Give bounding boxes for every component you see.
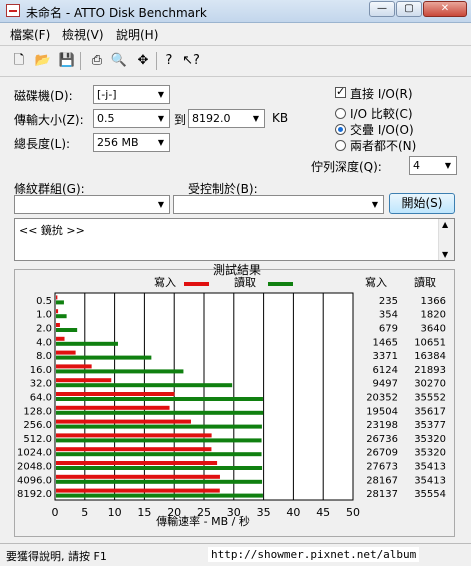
y-tick-label: 2.0 (36, 324, 52, 335)
read-value-label: 35552 (414, 393, 446, 404)
write-bar (56, 336, 65, 341)
status-text: 要獲得說明, 請按 F1 (6, 550, 107, 563)
write-value-label: 20352 (366, 393, 398, 404)
write-value-label: 19504 (366, 406, 398, 417)
legend-write-swatch (184, 282, 209, 286)
y-tick-label: 8.0 (36, 351, 52, 362)
status-bar: 要獲得說明, 請按 F1 http://showmer.pixnet.net/a… (0, 543, 471, 566)
x-tick-label: 0 (52, 506, 59, 519)
x-tick-label: 15 (137, 506, 151, 519)
chart-title: 測試結果 (213, 262, 261, 277)
read-bar (56, 410, 264, 415)
write-bar (56, 461, 218, 465)
write-value-label: 679 (379, 324, 398, 335)
write-bar (56, 433, 212, 438)
watermark-url: http://showmer.pixnet.net/album (208, 547, 420, 562)
write-bar (56, 392, 175, 396)
column-header-read: 讀取 (414, 275, 436, 289)
y-tick-label: 4096.0 (17, 475, 52, 486)
write-value-label: 9497 (373, 379, 398, 390)
write-value-label: 6124 (373, 365, 398, 376)
x-tick-label: 25 (197, 506, 211, 519)
read-value-label: 35377 (414, 420, 446, 431)
x-tick-label: 45 (316, 506, 330, 519)
read-bar (56, 341, 118, 346)
write-bar (56, 419, 191, 424)
read-value-label: 35554 (414, 489, 446, 500)
read-value-label: 21893 (414, 365, 446, 376)
legend-write-label: 寫入 (154, 275, 176, 289)
read-bar (56, 355, 152, 360)
write-value-label: 27673 (366, 462, 398, 473)
y-tick-label: 8192.0 (17, 489, 52, 500)
y-tick-label: 256.0 (23, 420, 52, 431)
read-value-label: 35617 (414, 406, 446, 417)
x-tick-label: 40 (286, 506, 300, 519)
read-value-label: 30270 (414, 379, 446, 390)
read-bar (56, 424, 262, 429)
read-bar (56, 479, 263, 484)
read-bar (56, 438, 262, 443)
write-bar (56, 405, 170, 410)
read-bar (56, 397, 263, 401)
write-value-label: 28167 (366, 475, 398, 486)
write-bar (56, 295, 58, 300)
write-value-label: 26709 (366, 448, 398, 459)
write-bar (56, 447, 212, 452)
write-bar (56, 378, 112, 383)
legend-read-label: 讀取 (234, 275, 256, 289)
y-tick-label: 4.0 (36, 337, 52, 348)
y-tick-label: 16.0 (30, 365, 52, 376)
x-tick-label: 5 (81, 506, 88, 519)
results-chart: 測試結果 寫入 讀取 寫入 讀取 傳輸速率 - MB / 秒 0 5 10 15 20 2… (17, 262, 446, 528)
write-value-label: 354 (379, 310, 398, 321)
write-bar (56, 323, 60, 327)
write-bar (56, 488, 220, 493)
x-tick-label: 35 (257, 506, 271, 519)
write-bar (56, 474, 220, 479)
y-tick-label: 128.0 (23, 406, 52, 417)
write-value-label: 23198 (366, 420, 398, 431)
read-bar (56, 452, 262, 457)
read-value-label: 3640 (421, 324, 446, 335)
read-bar (56, 300, 64, 305)
x-tick-label: 20 (167, 506, 181, 519)
read-value-label: 35413 (414, 475, 446, 486)
x-tick-label: 10 (108, 506, 122, 519)
write-value-label: 26736 (366, 434, 398, 445)
y-tick-label: 64.0 (30, 393, 52, 404)
read-bar (56, 383, 233, 388)
y-tick-label: 0.5 (36, 296, 52, 307)
read-value-label: 10651 (414, 337, 446, 348)
x-tick-label: 30 (227, 506, 241, 519)
write-value-label: 3371 (373, 351, 398, 362)
write-value-label: 1465 (373, 337, 398, 348)
read-value-label: 1366 (421, 296, 446, 307)
write-bar (56, 309, 59, 314)
legend-read-swatch (268, 282, 293, 286)
column-header-write: 寫入 (365, 275, 387, 289)
read-value-label: 35320 (414, 434, 446, 445)
write-value-label: 235 (379, 296, 398, 307)
x-tick-label: 50 (346, 506, 360, 519)
y-tick-label: 2048.0 (17, 462, 52, 473)
read-value-label: 1820 (421, 310, 446, 321)
y-tick-label: 1024.0 (17, 448, 52, 459)
y-tick-label: 1.0 (36, 310, 52, 321)
y-tick-label: 512.0 (23, 434, 52, 445)
read-value-label: 16384 (414, 351, 446, 362)
write-bar (56, 364, 92, 369)
y-tick-label: 32.0 (30, 379, 52, 390)
read-value-label: 35320 (414, 448, 446, 459)
read-bar (56, 369, 184, 374)
read-bar (56, 493, 263, 498)
write-value-label: 28137 (366, 489, 398, 500)
read-bar (56, 466, 263, 470)
read-bar (56, 314, 67, 319)
read-bar (56, 328, 78, 332)
read-value-label: 35413 (414, 462, 446, 473)
write-bar (56, 350, 76, 355)
